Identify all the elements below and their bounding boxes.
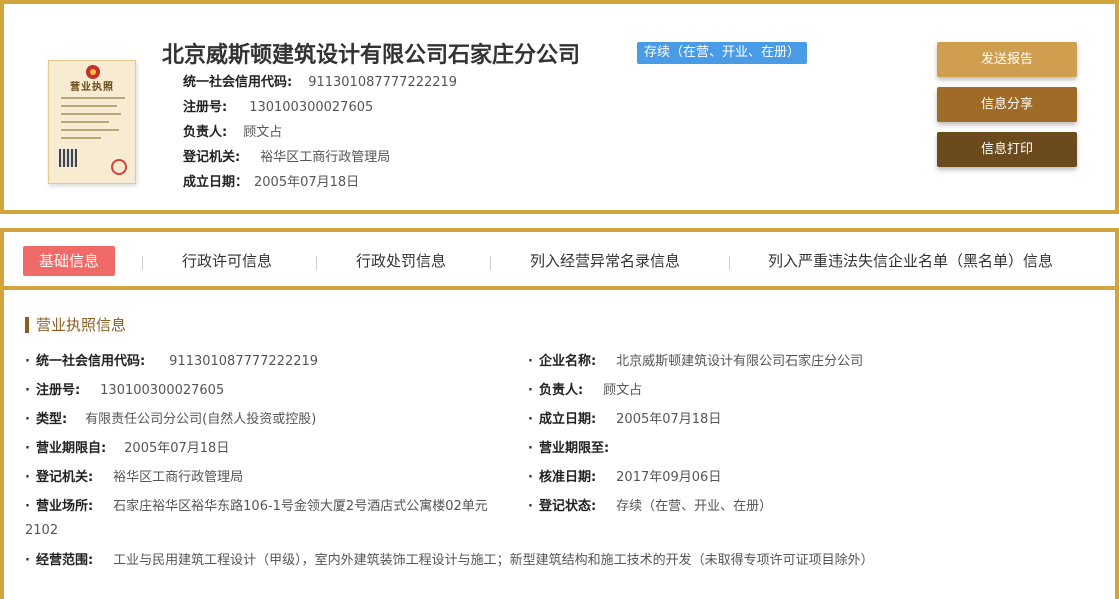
field-business-scope: · 经营范围: 工业与民用建筑工程设计（甲级），室内外建筑装饰工程设计与施工；新型建… — [25, 553, 874, 568]
national-emblem-icon — [86, 65, 100, 79]
summary-credit-code: 统一社会信用代码: 911301087777222219 — [183, 70, 457, 95]
field-label: 登记状态: — [538, 499, 597, 514]
field-label: 企业名称: — [538, 354, 597, 369]
field-reg-no: · 注册号: 130100300027605 — [25, 383, 225, 398]
field-established: · 成立日期: 2005年07月18日 — [528, 412, 722, 427]
tab-divider — [142, 256, 143, 270]
company-header-card: 营业执照 北京威斯顿建筑设计有限公司石家庄分公司 存续（在营、开业、在册） 统一… — [0, 0, 1119, 214]
tab-divider — [316, 256, 317, 270]
tab-admin-license[interactable]: 行政许可信息 — [182, 246, 272, 276]
print-info-button[interactable]: 信息打印 — [937, 132, 1077, 167]
field-value: 有限责任公司分公司(自然人投资或控股) — [85, 412, 317, 427]
summary-label: 统一社会信用代码: — [183, 75, 293, 90]
field-value: 存续（在营、开业、在册） — [616, 499, 773, 514]
field-label: 负责人: — [538, 383, 584, 398]
tab-divider — [490, 256, 491, 270]
summary-established: 成立日期： 2005年07月18日 — [183, 170, 457, 195]
summary-reg-no: 注册号: 130100300027605 — [183, 95, 457, 120]
license-text-line — [61, 113, 121, 115]
field-address-continued: 2102 — [25, 523, 59, 538]
status-badge: 存续（在营、开业、在册） — [637, 42, 808, 64]
tab-abnormal-operation[interactable]: 列入经营异常名录信息 — [530, 246, 680, 276]
summary-value: 顾文占 — [243, 125, 283, 140]
field-value: 裕华区工商行政管理局 — [113, 470, 244, 485]
tab-divider — [729, 256, 730, 270]
field-enterprise-name: · 企业名称: 北京威斯顿建筑设计有限公司石家庄分公司 — [528, 354, 864, 369]
qr-code-icon — [59, 149, 77, 167]
send-report-button[interactable]: 发送报告 — [937, 42, 1077, 77]
license-text-line — [61, 129, 119, 131]
field-credit-code: · 统一社会信用代码: 911301087777222219 — [25, 354, 319, 369]
license-text-line — [61, 121, 109, 123]
summary-authority: 登记机关: 裕华区工商行政管理局 — [183, 145, 457, 170]
field-reg-status: · 登记状态: 存续（在营、开业、在册） — [528, 499, 773, 514]
field-value: 工业与民用建筑工程设计（甲级），室内外建筑装饰工程设计与施工；新型建筑结构和施工… — [113, 553, 874, 568]
field-label: 营业期限至: — [538, 441, 610, 456]
license-text-line — [61, 105, 117, 107]
summary-legal-person: 负责人: 顾文占 — [183, 120, 457, 145]
field-label: 统一社会信用代码: — [35, 354, 146, 369]
field-value: 北京威斯顿建筑设计有限公司石家庄分公司 — [616, 354, 864, 369]
field-label: 核准日期: — [538, 470, 597, 485]
field-label: 登记机关: — [35, 470, 94, 485]
field-address: · 营业场所: 石家庄裕华区裕华东路106-1号金领大厦2号酒店式公寓楼02单元 — [25, 499, 488, 514]
field-label: 经营范围: — [35, 553, 94, 568]
field-authority: · 登记机关: 裕华区工商行政管理局 — [25, 470, 244, 485]
field-approved: · 核准日期: 2017年09月06日 — [528, 470, 722, 485]
field-value: 2005年07月18日 — [616, 412, 722, 427]
summary-value: 2005年07月18日 — [254, 175, 360, 190]
field-value: 石家庄裕华区裕华东路106-1号金领大厦2号酒店式公寓楼02单元 — [113, 499, 488, 514]
field-term-from: · 营业期限自: 2005年07月18日 — [25, 441, 230, 456]
summary-label: 登记机关: — [183, 150, 241, 165]
field-label: 营业场所: — [35, 499, 94, 514]
license-image-title: 营业执照 — [70, 82, 114, 93]
field-value: 2005年07月18日 — [124, 441, 230, 456]
field-term-to: · 营业期限至: — [528, 441, 610, 456]
tab-admin-penalty[interactable]: 行政处罚信息 — [356, 246, 446, 276]
summary-value: 130100300027605 — [249, 100, 374, 115]
field-value: 2017年09月06日 — [616, 470, 722, 485]
field-value: 911301087777222219 — [169, 354, 319, 369]
field-label: 类型: — [35, 412, 68, 427]
tab-blacklist[interactable]: 列入严重违法失信企业名单（黑名单）信息 — [768, 246, 1053, 276]
company-name: 北京威斯顿建筑设计有限公司石家庄分公司 — [162, 43, 581, 68]
section-title: 营业执照信息 — [25, 317, 126, 333]
field-value: 顾文占 — [603, 383, 643, 398]
license-text-line — [61, 97, 125, 99]
summary-value: 裕华区工商行政管理局 — [260, 150, 391, 165]
field-legal-person: · 负责人: 顾文占 — [528, 383, 643, 398]
field-label: 营业期限自: — [35, 441, 107, 456]
share-info-button[interactable]: 信息分享 — [937, 87, 1077, 122]
field-label: 注册号: — [35, 383, 81, 398]
field-value: 130100300027605 — [100, 383, 225, 398]
license-text-line — [61, 137, 101, 139]
summary-label: 负责人: — [183, 125, 228, 140]
summary-label: 成立日期： — [183, 175, 249, 190]
business-license-image[interactable]: 营业执照 — [48, 60, 136, 184]
tab-basic-info[interactable]: 基础信息 — [23, 246, 116, 276]
detail-card: 基础信息 行政许可信息 行政处罚信息 列入经营异常名录信息 列入严重违法失信企业… — [0, 228, 1119, 599]
summary-label: 注册号: — [183, 100, 228, 115]
field-label: 成立日期: — [538, 412, 597, 427]
info-tabs: 基础信息 行政许可信息 行政处罚信息 列入经营异常名录信息 列入严重违法失信企业… — [4, 232, 1115, 290]
summary-value: 911301087777222219 — [308, 75, 458, 90]
official-seal-icon — [111, 159, 127, 175]
summary-info-list: 统一社会信用代码: 911301087777222219 注册号: 13010030… — [183, 70, 457, 195]
field-type: · 类型: 有限责任公司分公司(自然人投资或控股) — [25, 412, 317, 427]
